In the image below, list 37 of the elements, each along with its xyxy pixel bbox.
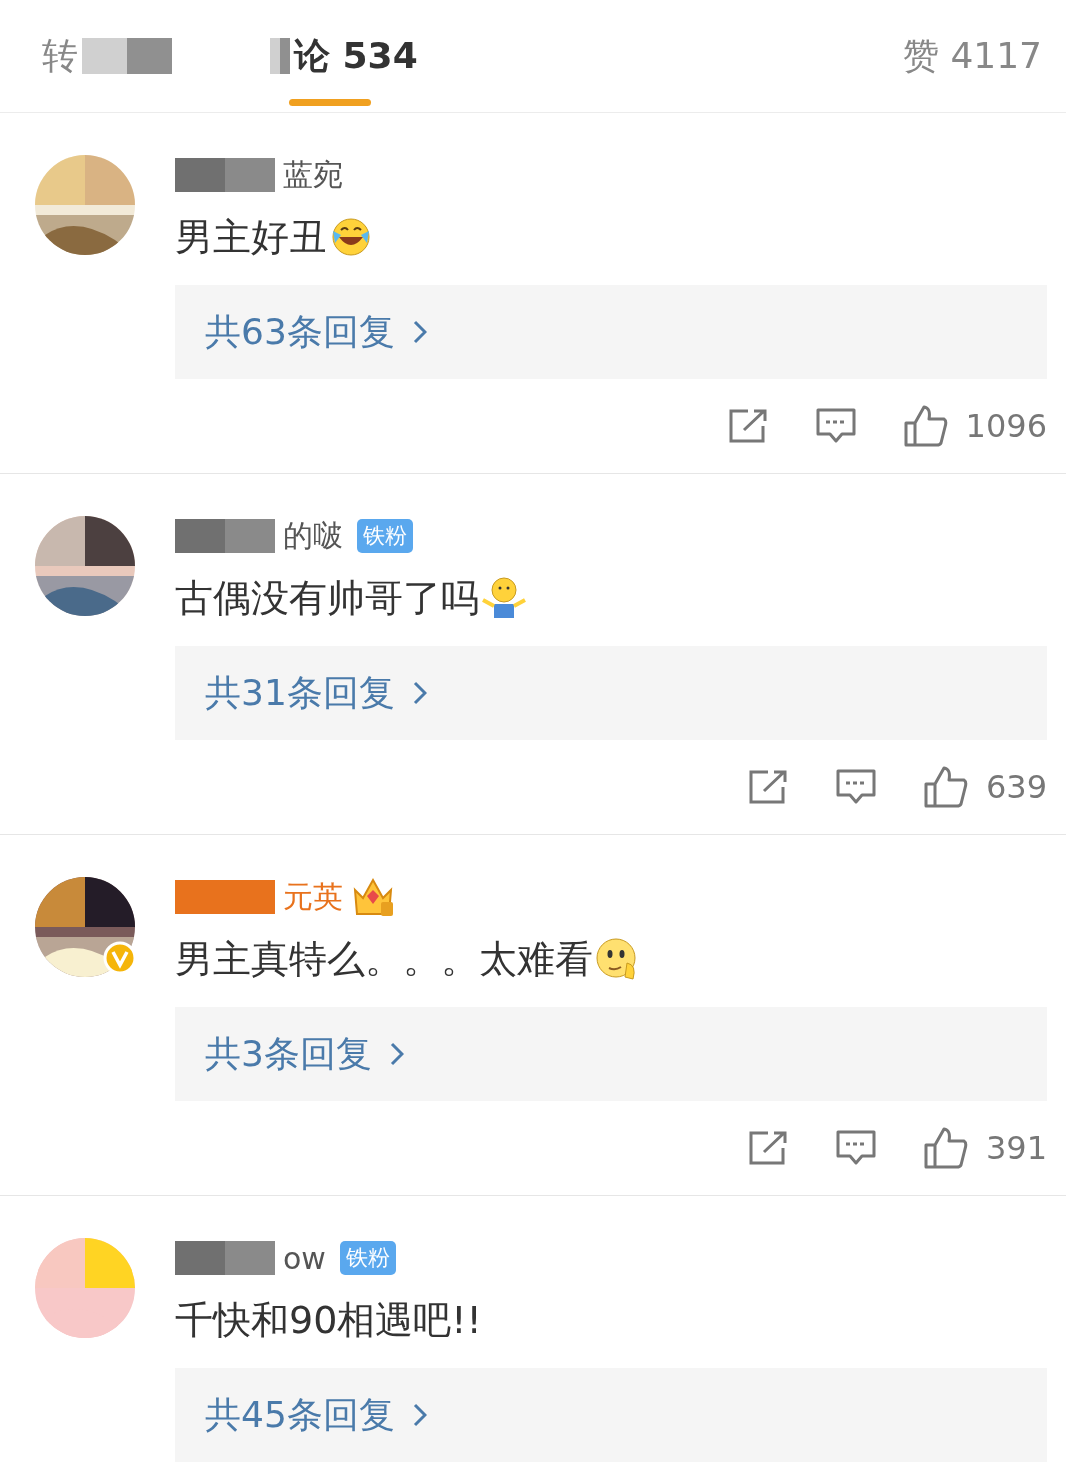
replies-link[interactable]: 共45条回复 <box>175 1368 1047 1462</box>
replies-link[interactable]: 共31条回复 <box>175 646 1047 740</box>
chevron-right-icon <box>412 681 427 705</box>
user-name[interactable]: 的啵 <box>283 515 343 557</box>
share-icon[interactable] <box>727 408 768 444</box>
share-icon[interactable] <box>747 1130 788 1166</box>
fan-badge: 铁粉 <box>339 1241 396 1275</box>
comment-icon[interactable] <box>815 408 856 444</box>
crown-icon <box>351 876 395 918</box>
comment-text: 男主真特么。。。太难看 <box>175 935 593 983</box>
comment-icon[interactable] <box>835 769 876 805</box>
thumbs-up-icon <box>923 1127 968 1169</box>
laughing-emoji-icon <box>329 217 373 257</box>
like-button[interactable]: 639 <box>923 766 1047 808</box>
user-name[interactable]: 蓝宛 <box>283 154 343 196</box>
replies-link[interactable]: 共63条回复 <box>175 285 1047 379</box>
chevron-right-icon <box>412 1403 427 1427</box>
comment-text: 男主好丑 <box>175 213 327 261</box>
tab[interactable]: 论 534 <box>266 0 418 113</box>
chevron-right-icon <box>412 320 427 344</box>
like-count[interactable]: 赞 4117 <box>902 31 1042 81</box>
comment-text: 古偶没有帅哥了吗 <box>175 574 479 622</box>
thinking-emoji-icon <box>595 937 639 981</box>
user-name[interactable]: ow <box>283 1240 326 1276</box>
shrug-emoji-icon <box>481 576 527 620</box>
user-name[interactable]: 元英 <box>283 876 343 918</box>
like-button[interactable]: 1096 <box>903 405 1047 447</box>
like-button[interactable]: 391 <box>923 1127 1047 1169</box>
comment-icon[interactable] <box>835 1130 876 1166</box>
tab[interactable]: 转 <box>42 0 176 113</box>
thumbs-up-icon <box>923 766 968 808</box>
replies-link[interactable]: 共3条回复 <box>175 1007 1047 1101</box>
comment-text: 千快和90相遇吧!! <box>175 1296 482 1344</box>
thumbs-up-icon <box>903 405 948 447</box>
chevron-right-icon <box>389 1042 404 1066</box>
share-icon[interactable] <box>747 769 788 805</box>
fan-badge: 铁粉 <box>357 519 413 553</box>
